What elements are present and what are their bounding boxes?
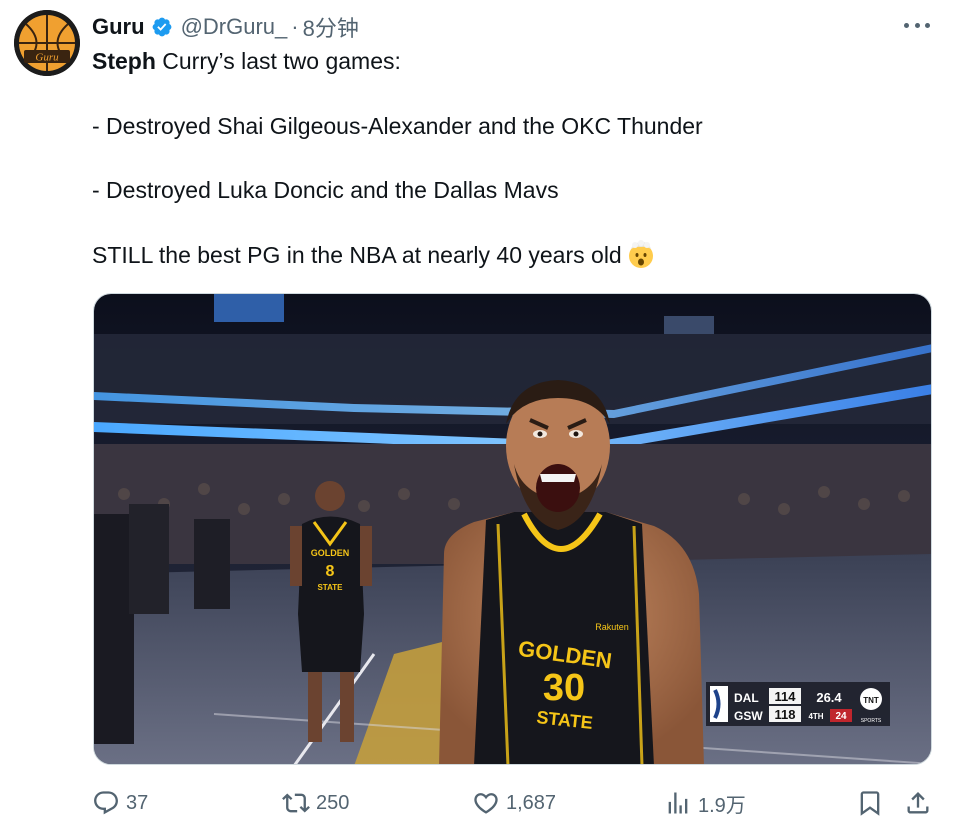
scorebug-score2: 118 bbox=[775, 707, 796, 722]
tweet-bold-name: Steph bbox=[92, 48, 156, 74]
views-button[interactable]: 1.9万 bbox=[664, 788, 746, 818]
scorebug-network: TNT bbox=[863, 696, 879, 705]
display-name[interactable]: Guru bbox=[92, 14, 145, 40]
verified-badge-icon bbox=[151, 16, 173, 38]
teammate-jersey-bottom: STATE bbox=[317, 583, 343, 592]
retweet-count: 250 bbox=[316, 791, 350, 814]
retweet-button[interactable]: 250 bbox=[282, 788, 349, 818]
avatar-text: Guru bbox=[35, 52, 59, 64]
like-count: 1,687 bbox=[506, 791, 557, 814]
tweet-lead-rest: Curry’s last two games: bbox=[155, 48, 401, 74]
reply-count: 37 bbox=[126, 791, 149, 814]
reply-button[interactable]: 37 bbox=[92, 788, 148, 818]
views-chart-icon bbox=[668, 792, 688, 814]
scorebug-clock: 26.4 bbox=[816, 690, 842, 705]
share-button[interactable] bbox=[904, 788, 932, 818]
action-bar: 37 250 1,687 1.9万 bbox=[92, 788, 940, 818]
exploding-head-emoji-icon bbox=[626, 239, 656, 269]
tweet-line-4-text: STILL the best PG in the NBA at nearly 4… bbox=[92, 241, 622, 268]
tweet-line-2: - Destroyed Shai Gilgeous-Alexander and … bbox=[92, 112, 703, 139]
scorebug-team1: DAL bbox=[734, 691, 759, 705]
scorebug-score1: 114 bbox=[775, 689, 797, 704]
teammate-jersey-front: GOLDEN bbox=[311, 548, 350, 558]
scorebug-quarter: 4TH bbox=[808, 712, 823, 721]
reply-icon bbox=[94, 791, 118, 815]
separator-dot: · bbox=[291, 14, 299, 39]
scorebug-team2: GSW bbox=[734, 709, 763, 723]
scorebug-network-sub: SPORTS bbox=[861, 718, 882, 724]
tweet-header: Guru @DrGuru_ · 8分钟 bbox=[92, 10, 359, 44]
handle[interactable]: @DrGuru_ bbox=[181, 14, 288, 40]
jersey-number: 30 bbox=[543, 667, 585, 709]
retweet-icon bbox=[282, 793, 310, 813]
bookmark-icon bbox=[860, 791, 880, 816]
like-button[interactable]: 1,687 bbox=[472, 788, 556, 818]
timestamp[interactable]: 8分钟 bbox=[303, 11, 359, 43]
tweet-line-1: Steph Curry’s last two games: bbox=[92, 45, 932, 77]
tweet-line-3: - Destroyed Luka Doncic and the Dallas M… bbox=[92, 177, 559, 203]
teammate-jersey-number: 8 bbox=[326, 563, 335, 580]
tweet-text: Steph Curry’s last two games: - Destroye… bbox=[92, 45, 932, 271]
scorebug-shot-clock: 24 bbox=[835, 711, 847, 722]
media-photo[interactable]: GOLDEN 8 STATE GOLDEN 30 STATE Rakuten D… bbox=[93, 293, 932, 765]
tweet-line-4: STILL the best PG in the NBA at nearly 4… bbox=[92, 239, 932, 271]
heart-icon bbox=[474, 793, 498, 814]
share-icon bbox=[907, 792, 929, 814]
tweet[interactable]: Guru Guru @DrGuru_ · 8分钟 Steph Curry’s l… bbox=[0, 0, 960, 838]
jersey-sponsor-text: Rakuten bbox=[595, 622, 629, 632]
bookmark-button[interactable] bbox=[856, 788, 884, 818]
avatar[interactable]: Guru bbox=[14, 10, 80, 76]
views-count: 1.9万 bbox=[698, 794, 746, 817]
more-options-icon[interactable] bbox=[904, 14, 930, 36]
